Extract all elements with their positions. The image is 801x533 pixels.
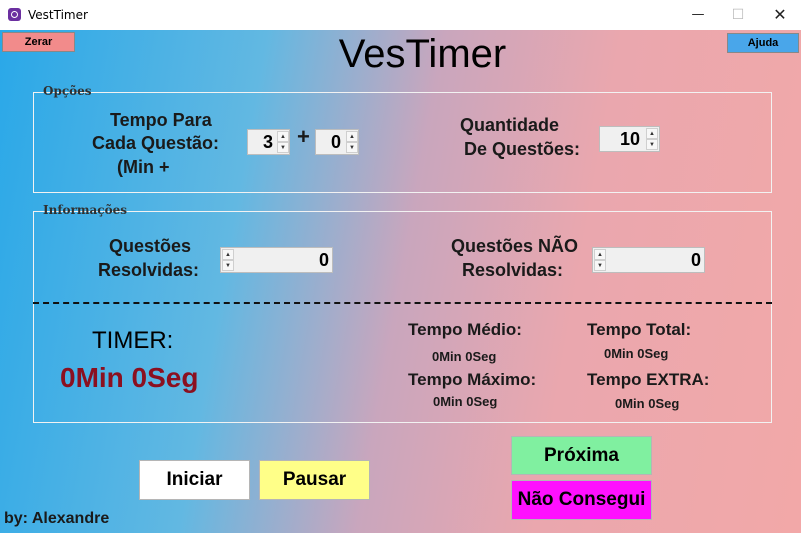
spin-up-icon[interactable]: ▲ <box>222 249 234 260</box>
spin-up-icon[interactable]: ▲ <box>646 128 658 139</box>
resolvidas-label-line2: Resolvidas: <box>98 260 200 280</box>
title-bar: VestTimer — ☐ ✕ <box>0 0 801 30</box>
tempo-total-value: 0Min 0Seg <box>604 346 669 361</box>
nao-resolvidas-spinner[interactable]: ▲ ▼ 0 <box>592 247 705 273</box>
tempo-medio-value: 0Min 0Seg <box>432 349 497 364</box>
tempo-medio-label: Tempo Médio: <box>408 320 522 339</box>
spin-down-icon[interactable]: ▼ <box>594 260 606 271</box>
app-title: VesTimer <box>338 32 507 76</box>
app-icon <box>8 8 21 21</box>
nao-resolvidas-label-line2: Resolvidas: <box>462 260 564 280</box>
spin-down-icon[interactable]: ▼ <box>646 139 658 150</box>
tempo-label-line3: (Min + <box>117 157 170 177</box>
tempo-maximo-label: Tempo Máximo: <box>408 370 537 389</box>
timer-label: TIMER: <box>92 327 174 354</box>
tempo-minutes-value: 3 <box>263 132 274 152</box>
quantidade-label-line2: De Questões: <box>464 139 581 159</box>
spin-down-icon[interactable]: ▼ <box>346 142 358 153</box>
iniciar-button[interactable]: Iniciar <box>139 460 250 500</box>
tempo-extra-value: 0Min 0Seg <box>615 396 680 411</box>
nao-resolvidas-value: 0 <box>691 250 702 270</box>
spin-down-icon[interactable]: ▼ <box>277 142 289 153</box>
spin-up-icon[interactable]: ▲ <box>594 249 606 260</box>
tempo-total-label: Tempo Total: <box>587 320 692 339</box>
quantidade-spinner[interactable]: 10 ▲ ▼ <box>599 126 660 152</box>
spin-up-icon[interactable]: ▲ <box>346 131 358 142</box>
tempo-label-line2: Cada Questão: <box>92 133 220 153</box>
proxima-button[interactable]: Próxima <box>511 436 652 475</box>
spin-up-icon[interactable]: ▲ <box>277 131 289 142</box>
nao-consegui-button[interactable]: Não Consegui <box>511 480 652 520</box>
informacoes-group-label: Informações <box>43 203 127 217</box>
dashed-separator <box>33 302 772 304</box>
tempo-label-line1: Tempo Para <box>110 110 212 130</box>
tempo-seconds-spinner[interactable]: 0 ▲ ▼ <box>315 129 359 155</box>
resolvidas-value: 0 <box>319 250 330 270</box>
pausar-button[interactable]: Pausar <box>259 460 370 500</box>
window-title: VestTimer <box>28 8 88 22</box>
close-button[interactable]: ✕ <box>768 3 792 27</box>
nao-resolvidas-label-line1: Questões NÃO <box>451 236 579 256</box>
quantidade-label-line1: Quantidade <box>460 115 560 135</box>
tempo-minutes-spinner[interactable]: 3 ▲ ▼ <box>247 129 290 155</box>
minimize-button[interactable]: — <box>686 3 710 27</box>
tempo-extra-label: Tempo EXTRA: <box>587 370 710 389</box>
tempo-maximo-value: 0Min 0Seg <box>433 394 498 409</box>
resolvidas-label-line1: Questões <box>109 236 192 256</box>
timer-value: 0Min 0Seg <box>60 362 199 393</box>
maximize-button[interactable]: ☐ <box>726 3 750 27</box>
author-credit: by: Alexandre <box>4 510 110 527</box>
tempo-seconds-value: 0 <box>331 132 342 152</box>
spin-down-icon[interactable]: ▼ <box>222 260 234 271</box>
plus-sign: + <box>297 124 310 149</box>
main-window: Zerar Ajuda VesTimer Opções Tempo Para C… <box>0 30 801 533</box>
quantidade-value: 10 <box>620 129 641 149</box>
opcoes-group-label: Opções <box>43 84 92 98</box>
resolvidas-spinner[interactable]: ▲ ▼ 0 <box>220 247 333 273</box>
